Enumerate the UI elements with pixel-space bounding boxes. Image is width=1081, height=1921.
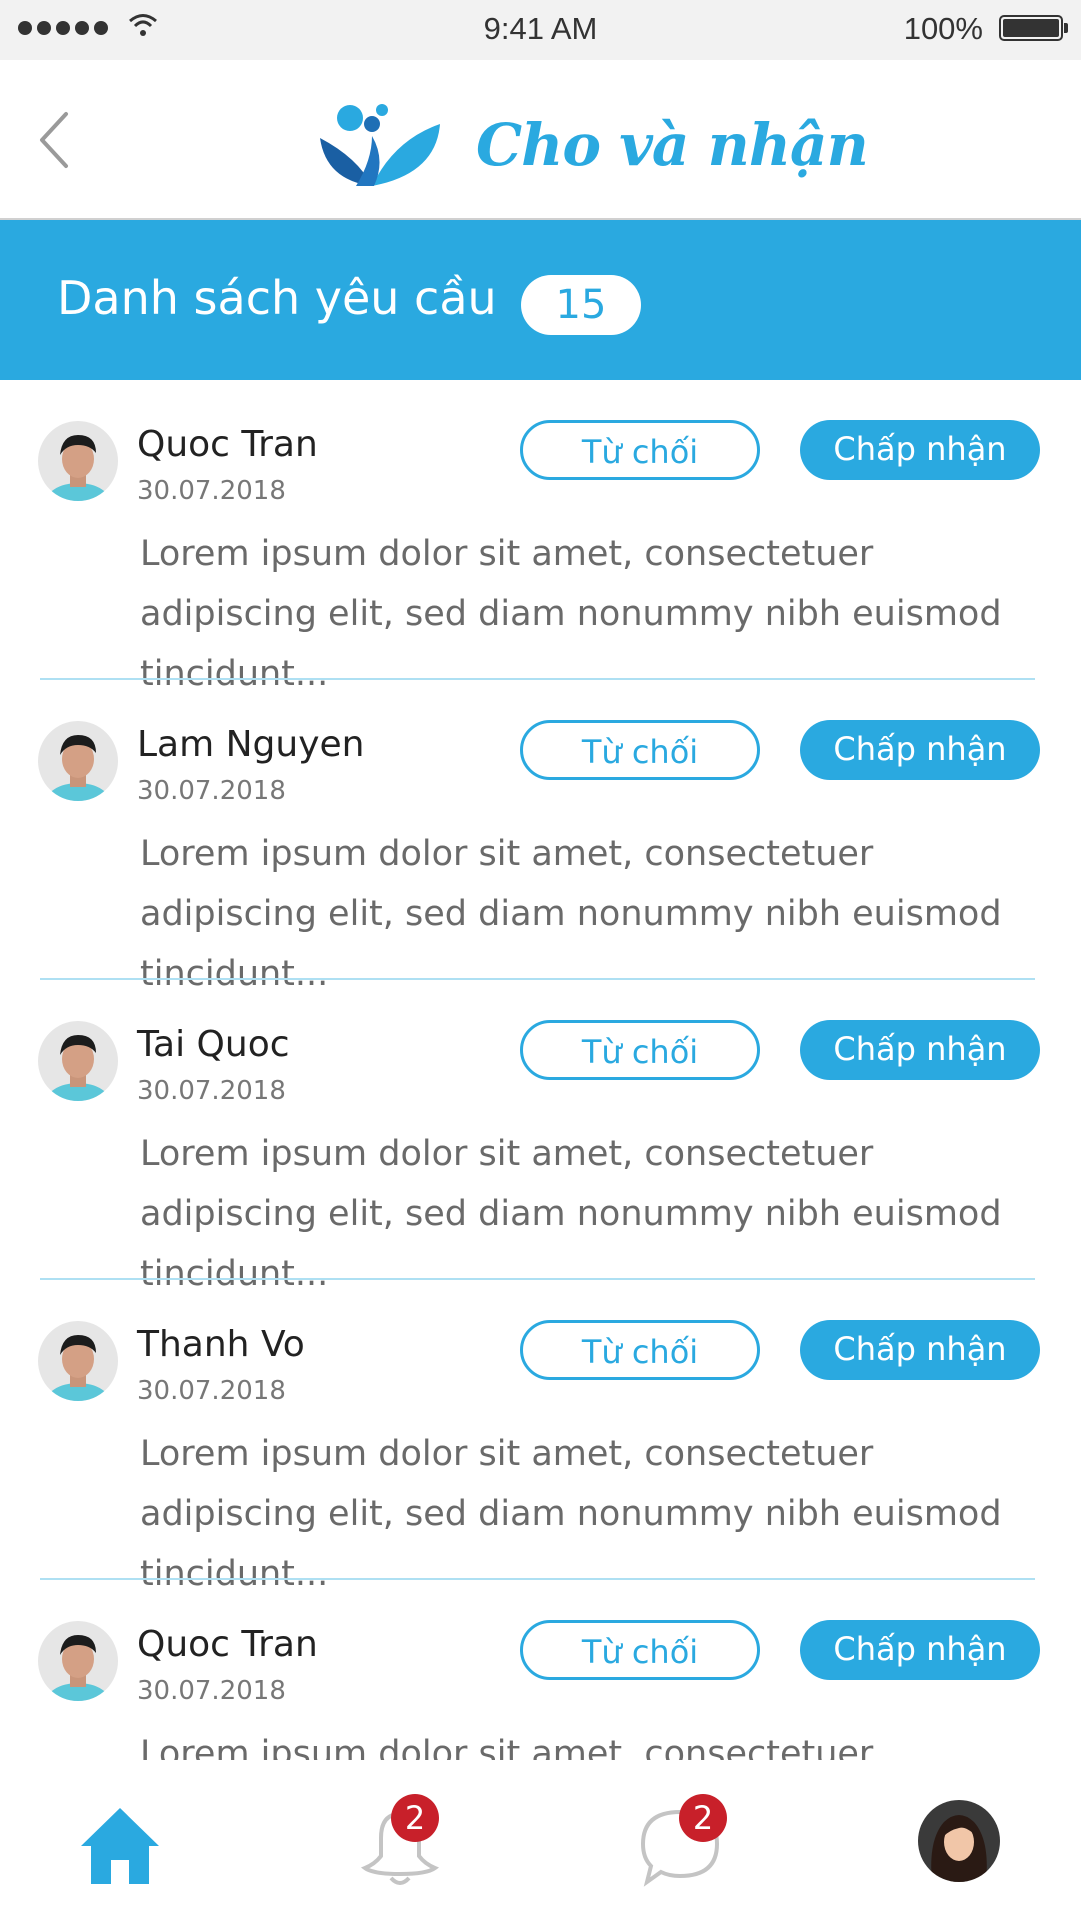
request-date: 30.07.2018: [137, 476, 286, 506]
battery-icon: [999, 15, 1068, 41]
request-date: 30.07.2018: [137, 1376, 286, 1406]
accept-button[interactable]: Chấp nhận: [800, 1620, 1040, 1680]
reject-button[interactable]: Từ chối: [520, 420, 760, 480]
brand: Cho và nhận: [316, 100, 869, 190]
request-message: Lorem ipsum dolor sit amet, consectetuer…: [140, 834, 1002, 994]
reject-button[interactable]: Từ chối: [520, 1020, 760, 1080]
request-item: Tai Quoc 30.07.2018 Từ chối Chấp nhận Lo…: [0, 980, 1081, 1294]
leaf-logo-icon: [320, 104, 440, 186]
request-date: 30.07.2018: [137, 1676, 286, 1706]
request-message: Lorem ipsum dolor sit amet, consectetuer…: [140, 534, 1002, 694]
accept-button[interactable]: Chấp nhận: [800, 420, 1040, 480]
avatar[interactable]: [38, 721, 118, 801]
user-name: Lam Nguyen: [137, 724, 365, 765]
tab-bar: 2 2: [0, 1760, 1081, 1921]
app-name: Cho và nhận: [476, 111, 869, 179]
battery-percentage: 100%: [903, 11, 983, 46]
user-name: Quoc Tran: [137, 424, 318, 465]
request-list[interactable]: Quoc Tran 30.07.2018 Từ chối Chấp nhận L…: [0, 380, 1081, 1760]
request-message: Lorem ipsum dolor sit amet, consectetuer…: [140, 1734, 874, 1760]
tab-messages[interactable]: 2: [635, 1794, 727, 1890]
tab-notifications[interactable]: 2: [355, 1794, 445, 1890]
request-date: 30.07.2018: [137, 1076, 286, 1106]
avatar[interactable]: [38, 1321, 118, 1401]
message-badge: 2: [679, 1794, 727, 1842]
request-message: Lorem ipsum dolor sit amet, consectetuer…: [140, 1134, 1002, 1294]
accept-button[interactable]: Chấp nhận: [800, 720, 1040, 780]
request-count-badge: 15: [521, 275, 641, 335]
avatar[interactable]: [38, 1021, 118, 1101]
request-item: Quoc Tran 30.07.2018 Từ chối Chấp nhận L…: [0, 380, 1081, 694]
request-item: Thanh Vo 30.07.2018 Từ chối Chấp nhận Lo…: [0, 1280, 1081, 1594]
request-date: 30.07.2018: [137, 776, 286, 806]
reject-button[interactable]: Từ chối: [520, 720, 760, 780]
home-icon[interactable]: [75, 1800, 165, 1890]
request-message: Lorem ipsum dolor sit amet, consectetuer…: [140, 1434, 1002, 1594]
user-name: Thanh Vo: [137, 1324, 305, 1365]
notification-badge: 2: [391, 1794, 439, 1842]
request-item: Quoc Tran 30.07.2018 Từ chối Chấp nhận L…: [0, 1580, 1081, 1760]
reject-button[interactable]: Từ chối: [520, 1320, 760, 1380]
request-item: Lam Nguyen 30.07.2018 Từ chối Chấp nhận …: [0, 680, 1081, 994]
nav-bar: Cho và nhận: [0, 60, 1081, 220]
avatar[interactable]: [38, 1621, 118, 1701]
avatar[interactable]: [38, 421, 118, 501]
page-title: Danh sách yêu cầu: [57, 271, 497, 325]
accept-button[interactable]: Chấp nhận: [800, 1020, 1040, 1080]
status-bar: 9:41 AM 100%: [0, 0, 1081, 60]
avatar[interactable]: [918, 1800, 1000, 1882]
reject-button[interactable]: Từ chối: [520, 1620, 760, 1680]
user-name: Tai Quoc: [137, 1024, 290, 1065]
accept-button[interactable]: Chấp nhận: [800, 1320, 1040, 1380]
chevron-left-icon[interactable]: [32, 104, 82, 176]
page-header: Danh sách yêu cầu 15: [0, 220, 1081, 380]
user-name: Quoc Tran: [137, 1624, 318, 1665]
